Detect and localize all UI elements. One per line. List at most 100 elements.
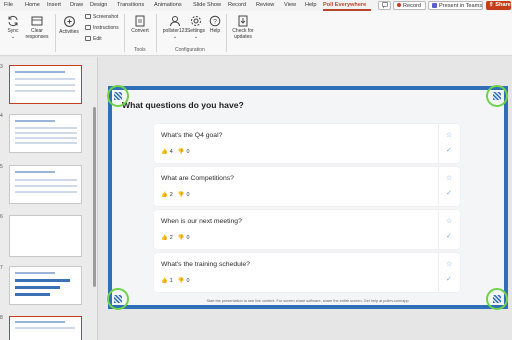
slide-thumbnail[interactable]: [9, 165, 82, 204]
convert-label: Convert: [131, 28, 149, 34]
svg-text:?: ?: [213, 18, 217, 25]
question-actions: ☆ ✓: [438, 124, 460, 163]
chevron-down-icon: ⌄: [10, 33, 16, 40]
resize-handle-top-right[interactable]: [486, 85, 508, 107]
tab-slide-show[interactable]: Slide Show: [193, 1, 221, 11]
tab-insert[interactable]: Insert: [47, 1, 61, 11]
ribbon-divider: [156, 14, 157, 52]
thumbnail-line: [15, 286, 60, 289]
question-card[interactable]: What's the Q4 goal? 👍 4 👎 0 ☆ ✓: [154, 124, 460, 163]
thumbnail-line: [15, 84, 75, 86]
resize-handle-top-left[interactable]: [107, 85, 129, 107]
tab-view[interactable]: View: [284, 1, 296, 11]
convert-button[interactable]: Convert: [128, 15, 152, 35]
slide-thumbnail[interactable]: [9, 114, 82, 153]
slide-canvas[interactable]: What questions do you have? What's the Q…: [108, 86, 508, 309]
question-actions: ☆ ✓: [438, 167, 460, 206]
upvote-count: 2: [169, 192, 173, 198]
present-in-teams-button[interactable]: Present in Teams: [428, 1, 483, 10]
tab-record[interactable]: Record: [228, 1, 246, 11]
settings-button[interactable]: Settings ⌄: [184, 15, 208, 40]
instructions-label: Instructions: [93, 25, 119, 31]
thumbs-up-icon[interactable]: 👍: [161, 235, 168, 241]
downvote-count: 0: [186, 278, 190, 284]
handle-square: [114, 295, 122, 303]
thumbs-down-icon[interactable]: 👎: [178, 278, 185, 284]
share-label: Share: [495, 2, 511, 8]
activities-label: Activities: [59, 29, 79, 35]
sync-button[interactable]: Sync ⌄: [4, 15, 22, 40]
vote-counts: 👍 4 👎 0: [161, 149, 194, 155]
star-icon[interactable]: ☆: [446, 260, 452, 268]
tab-help[interactable]: Help: [305, 1, 317, 11]
thumbnail-line: [15, 171, 55, 173]
tab-animations[interactable]: Animations: [154, 1, 182, 11]
record-button[interactable]: Record: [393, 1, 426, 10]
thumbnail-number: 3: [0, 64, 3, 70]
instructions-button[interactable]: Instructions: [85, 25, 119, 31]
check-icon[interactable]: ✓: [446, 275, 452, 283]
star-icon[interactable]: ☆: [446, 217, 452, 225]
slide-thumbnail[interactable]: [9, 316, 82, 340]
check-for-updates-button[interactable]: Check for updates: [228, 15, 258, 40]
slide-thumbnail[interactable]: [9, 215, 82, 257]
tab-review[interactable]: Review: [256, 1, 274, 11]
clear-responses-label: Clear responses: [25, 28, 49, 40]
activities-button[interactable]: Activities: [57, 15, 81, 36]
thumbs-up-icon[interactable]: 👍: [161, 149, 168, 155]
vote-counts: 👍 2 👎 0: [161, 235, 194, 241]
tab-file[interactable]: File: [4, 1, 13, 11]
handle-square: [114, 92, 122, 100]
help-icon: ?: [209, 15, 221, 27]
slide-thumbnail[interactable]: [9, 266, 82, 305]
thumbnail-line: [15, 127, 77, 129]
thumbnail-line: [15, 272, 55, 274]
tab-design[interactable]: Design: [90, 1, 107, 11]
ribbon: Sync ⌄ Clear responses Activities Screens…: [0, 11, 512, 56]
thumbs-down-icon[interactable]: 👎: [178, 149, 185, 155]
comment-icon: [382, 2, 388, 9]
question-card[interactable]: What's the training schedule? 👍 1 👎 0 ☆ ✓: [154, 253, 460, 292]
scrollbar-thumb[interactable]: [93, 107, 96, 287]
help-button[interactable]: ? Help: [206, 15, 224, 35]
slide-footer-note: Start the presentation to see live conte…: [112, 297, 503, 305]
tab-home[interactable]: Home: [25, 1, 40, 11]
star-icon[interactable]: ☆: [446, 131, 452, 139]
thumbs-down-icon[interactable]: 👎: [178, 235, 185, 241]
slide-thumbnail-selected[interactable]: [9, 65, 82, 104]
thumbnail-line: [15, 279, 70, 282]
check-icon[interactable]: ✓: [446, 232, 452, 240]
screenshot-icon: [85, 14, 91, 19]
thumbs-down-icon[interactable]: 👎: [178, 192, 185, 198]
user-icon: [170, 16, 180, 27]
thumbnail-number: 4: [0, 113, 3, 119]
question-actions: ☆ ✓: [438, 253, 460, 292]
clear-responses-button[interactable]: Clear responses: [23, 15, 51, 40]
edit-button[interactable]: Edit: [85, 36, 102, 42]
record-label: Record: [403, 3, 422, 9]
share-button[interactable]: ⇧ Share: [486, 1, 511, 10]
thumbs-up-icon[interactable]: 👍: [161, 278, 168, 284]
thumbnail-line: [15, 78, 75, 80]
question-card[interactable]: What are Competitions? 👍 2 👎 0 ☆ ✓: [154, 167, 460, 206]
ribbon-divider: [55, 14, 56, 52]
thumbnail-line: [15, 327, 75, 329]
check-icon[interactable]: ✓: [446, 189, 452, 197]
tab-transitions[interactable]: Transitions: [117, 1, 144, 11]
upvote-count: 4: [169, 149, 173, 155]
thumbs-up-icon[interactable]: 👍: [161, 192, 168, 198]
convert-icon: [135, 15, 145, 27]
question-actions: ☆ ✓: [438, 210, 460, 249]
check-icon[interactable]: ✓: [446, 146, 452, 154]
screenshot-label: Screenshot: [93, 14, 119, 20]
comments-button[interactable]: [378, 1, 391, 10]
upvote-count: 1: [169, 278, 173, 284]
resize-handle-bottom-right[interactable]: [486, 288, 508, 310]
question-card[interactable]: When is our next meeting? 👍 2 👎 0 ☆ ✓: [154, 210, 460, 249]
resize-handle-bottom-left[interactable]: [107, 288, 129, 310]
star-icon[interactable]: ☆: [446, 174, 452, 182]
tab-draw[interactable]: Draw: [70, 1, 83, 11]
thumbnail-scrollbar[interactable]: [92, 57, 97, 340]
screenshot-button[interactable]: Screenshot: [85, 14, 118, 20]
thumbnail-line: [15, 132, 77, 134]
